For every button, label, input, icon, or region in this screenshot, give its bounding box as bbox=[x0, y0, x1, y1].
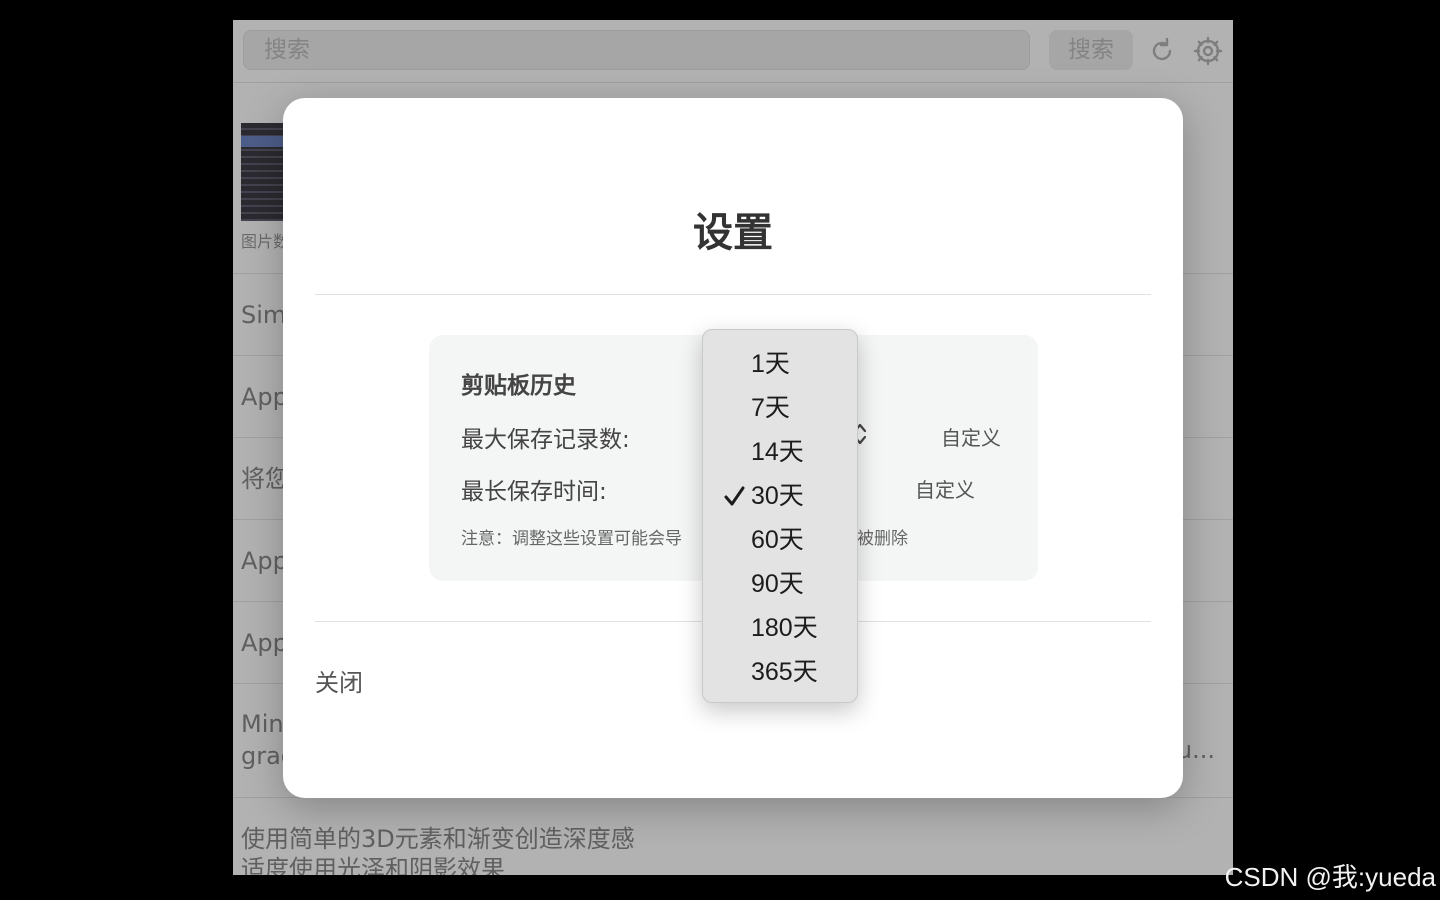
menu-item-90-days[interactable]: 90天 bbox=[703, 562, 857, 606]
menu-item-60-days[interactable]: 60天 bbox=[703, 518, 857, 562]
custom-records-button[interactable]: 自定义 bbox=[941, 422, 1001, 451]
menu-item-14-days[interactable]: 14天 bbox=[703, 430, 857, 474]
menu-item-7-days[interactable]: 7天 bbox=[703, 386, 857, 430]
max-time-label: 最长保存时间: bbox=[461, 479, 607, 505]
custom-time-button[interactable]: 自定义 bbox=[915, 474, 975, 503]
settings-note: 注意：调整这些设置可能会导 bbox=[461, 529, 682, 549]
menu-item-30-days[interactable]: 30天 bbox=[703, 474, 857, 518]
watermark: CSDN @我:yueda bbox=[1224, 862, 1436, 892]
menu-item-365-days[interactable]: 365天 bbox=[703, 650, 857, 694]
section-title: 剪贴板历史 bbox=[461, 373, 576, 399]
close-button[interactable]: 关闭 bbox=[315, 663, 363, 698]
menu-item-180-days[interactable]: 180天 bbox=[703, 606, 857, 650]
dialog-title: 设置 bbox=[693, 210, 773, 256]
settings-note-tail: 被删除 bbox=[857, 529, 908, 549]
menu-item-1-day[interactable]: 1天 bbox=[703, 342, 857, 386]
checkmark-icon bbox=[724, 486, 745, 506]
max-records-label: 最大保存记录数: bbox=[461, 427, 630, 453]
retention-time-dropdown: 1天 7天 14天 30天 60天 90天 180天 365天 bbox=[702, 329, 858, 703]
divider bbox=[315, 294, 1151, 295]
